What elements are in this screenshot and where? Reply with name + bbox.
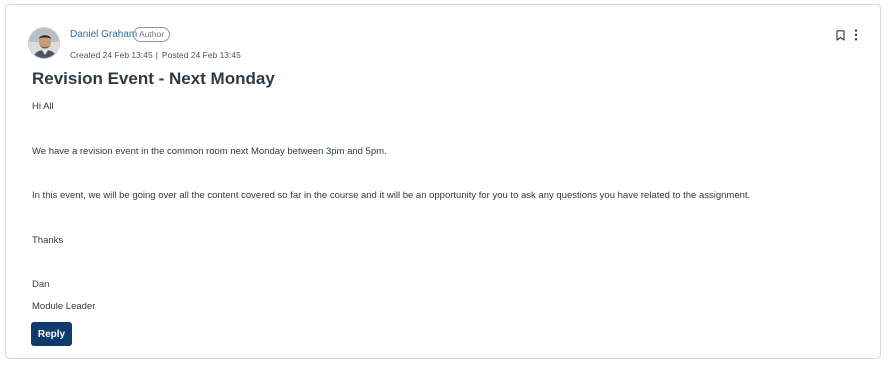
- signature-name: Dan: [32, 279, 50, 290]
- post-timestamps: Created 24 Feb 13:45 | Posted 24 Feb 13:45: [70, 50, 241, 60]
- author-name-link[interactable]: Daniel Graham: [70, 29, 137, 40]
- post-thanks: Thanks: [32, 235, 64, 246]
- author-avatar[interactable]: [28, 27, 60, 59]
- post-greeting: Hi All: [32, 101, 54, 112]
- post-title: Revision Event - Next Monday: [32, 69, 275, 88]
- reply-button[interactable]: Reply: [31, 322, 72, 346]
- post-paragraph-1: We have a revision event in the common r…: [32, 146, 387, 157]
- discussion-post-card: Daniel Graham Author Created 24 Feb 13:4…: [5, 4, 881, 359]
- timestamp-separator: |: [155, 50, 158, 60]
- avatar-photo: [29, 28, 59, 58]
- post-actions: [836, 29, 858, 41]
- created-timestamp: Created 24 Feb 13:45: [70, 50, 153, 60]
- signature-role: Module Leader: [32, 301, 96, 312]
- more-options-icon[interactable]: [854, 29, 858, 41]
- author-role-badge: Author: [133, 27, 171, 42]
- posted-timestamp: Posted 24 Feb 13:45: [161, 50, 241, 60]
- post-paragraph-2: In this event, we will be going over all…: [32, 190, 751, 201]
- bookmark-icon[interactable]: [836, 29, 845, 41]
